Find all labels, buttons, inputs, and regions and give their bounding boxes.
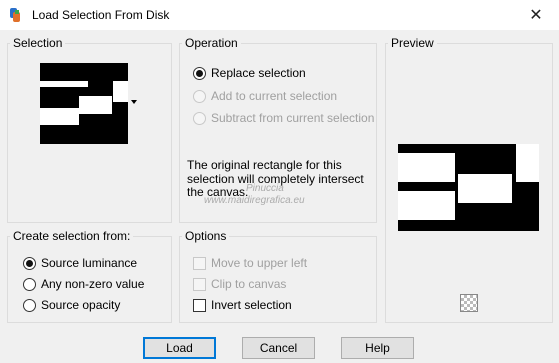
- radio-source-opacity[interactable]: Source opacity: [23, 297, 120, 313]
- checkbox: [193, 256, 206, 270]
- radio-button: [193, 111, 206, 125]
- preview-group-title: Preview: [388, 36, 437, 50]
- operation-group-title: Operation: [182, 36, 241, 50]
- checkbox-label: Move to upper left: [211, 256, 308, 270]
- radio-label: Add to current selection: [211, 89, 338, 103]
- window-title: Load Selection From Disk: [32, 8, 170, 22]
- watermark-url: www.maidiregrafica.eu: [204, 195, 305, 206]
- cancel-button[interactable]: Cancel: [242, 337, 315, 359]
- radio-label: Source opacity: [41, 298, 121, 312]
- radio-subtract-from-selection: Subtract from current selection: [193, 110, 374, 126]
- radio-label: Replace selection: [211, 66, 306, 80]
- help-button-label: Help: [365, 341, 390, 355]
- close-button[interactable]: ✕: [513, 0, 559, 30]
- chevron-down-icon[interactable]: [131, 100, 137, 104]
- selection-group-title: Selection: [10, 36, 66, 50]
- checkbox[interactable]: [193, 298, 206, 312]
- checkbox-label: Invert selection: [211, 298, 292, 312]
- watermark-name: Pinuccia: [246, 183, 284, 194]
- radio-source-luminance[interactable]: Source luminance: [23, 255, 137, 271]
- checkbox-label: Clip to canvas: [211, 277, 287, 291]
- radio-button: [193, 89, 206, 103]
- radio-button[interactable]: [23, 298, 36, 312]
- checkbox-clip-to-canvas: Clip to canvas: [193, 276, 286, 292]
- preview-image: [398, 144, 539, 231]
- radio-label: Any non-zero value: [41, 277, 145, 291]
- options-group-title: Options: [182, 229, 230, 243]
- transparency-checkerboard-icon[interactable]: [460, 294, 478, 312]
- checkbox-move-to-upper-left: Move to upper left: [193, 255, 307, 271]
- checkbox: [193, 277, 206, 291]
- radio-button[interactable]: [23, 256, 36, 270]
- title-bar: Load Selection From Disk ✕: [0, 0, 559, 30]
- close-icon: ✕: [529, 7, 543, 24]
- load-button[interactable]: Load: [143, 337, 216, 359]
- create-selection-group-title: Create selection from:: [10, 229, 134, 243]
- radio-label: Source luminance: [41, 256, 138, 270]
- selection-thumbnail[interactable]: [40, 63, 128, 144]
- radio-replace-selection[interactable]: Replace selection: [193, 65, 306, 81]
- paint-palette-icon: [10, 8, 20, 22]
- cancel-button-label: Cancel: [259, 341, 298, 355]
- radio-label: Subtract from current selection: [211, 111, 375, 125]
- radio-button[interactable]: [193, 66, 206, 80]
- watermark: Pinuccia www.maidiregrafica.eu: [204, 183, 394, 207]
- help-button[interactable]: Help: [341, 337, 414, 359]
- radio-add-to-selection: Add to current selection: [193, 88, 337, 104]
- load-button-label: Load: [166, 341, 193, 355]
- radio-any-non-zero-value[interactable]: Any non-zero value: [23, 276, 144, 292]
- radio-button[interactable]: [23, 277, 36, 291]
- checkbox-invert-selection[interactable]: Invert selection: [193, 297, 292, 313]
